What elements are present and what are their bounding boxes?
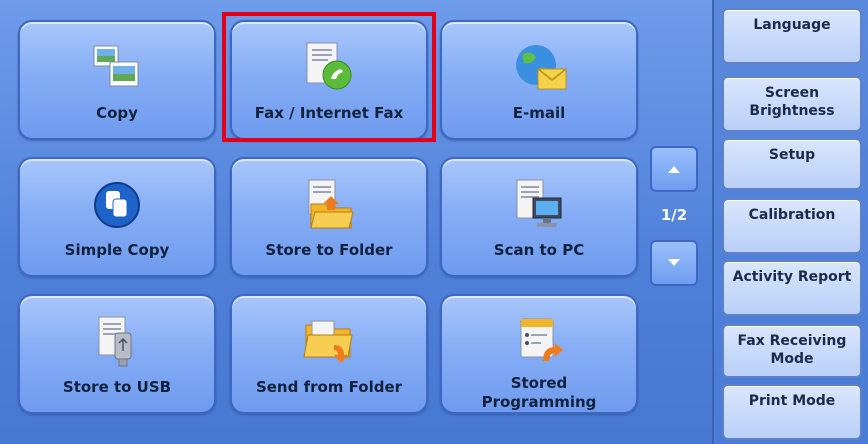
store-to-folder-tile[interactable]: Store to Folder: [230, 157, 428, 277]
scroll-up-button[interactable]: [650, 146, 698, 192]
scan-to-pc-tile[interactable]: Scan to PC: [440, 157, 638, 277]
page-indicator: 1/2: [660, 206, 688, 224]
store-folder-icon: [299, 177, 359, 233]
copy-tile[interactable]: Copy: [18, 20, 216, 140]
fax-internet-fax-tile[interactable]: Fax / Internet Fax: [230, 20, 428, 140]
activity-report-button[interactable]: Activity Report: [722, 260, 862, 316]
stored-programming-icon: [509, 314, 569, 370]
stored-programming-tile[interactable]: Stored Programming: [440, 294, 638, 414]
fax-receiving-mode-button[interactable]: Fax Receiving Mode: [722, 324, 862, 378]
arrow-down-icon: [668, 259, 680, 266]
copy-label: Copy: [96, 104, 138, 122]
email-tile[interactable]: E-mail: [440, 20, 638, 140]
simple-copy-icon: [87, 177, 147, 233]
scroll-down-button[interactable]: [650, 240, 698, 286]
arrow-up-icon: [668, 166, 680, 173]
fax-icon: [299, 40, 359, 96]
stored-programming-label: Stored Programming: [481, 374, 597, 411]
store-to-usb-tile[interactable]: Store to USB: [18, 294, 216, 414]
email-label: E-mail: [512, 104, 566, 122]
simple-copy-tile[interactable]: Simple Copy: [18, 157, 216, 277]
send-from-folder-label: Send from Folder: [255, 378, 403, 396]
fax-internet-fax-label: Fax / Internet Fax: [254, 104, 404, 122]
scan-to-pc-label: Scan to PC: [493, 241, 585, 259]
send-folder-icon: [299, 314, 359, 370]
setup-button[interactable]: Setup: [722, 138, 862, 190]
scan-pc-icon: [509, 177, 569, 233]
store-to-folder-label: Store to Folder: [265, 241, 393, 259]
email-icon: [509, 40, 569, 96]
copy-icon: [87, 40, 147, 96]
send-from-folder-tile[interactable]: Send from Folder: [230, 294, 428, 414]
calibration-button[interactable]: Calibration: [722, 198, 862, 254]
screen-brightness-button[interactable]: Screen Brightness: [722, 76, 862, 132]
usb-icon: [87, 314, 147, 370]
print-mode-button[interactable]: Print Mode: [722, 384, 862, 440]
simple-copy-label: Simple Copy: [64, 241, 170, 259]
store-to-usb-label: Store to USB: [62, 378, 172, 396]
language-button[interactable]: Language: [722, 8, 862, 64]
